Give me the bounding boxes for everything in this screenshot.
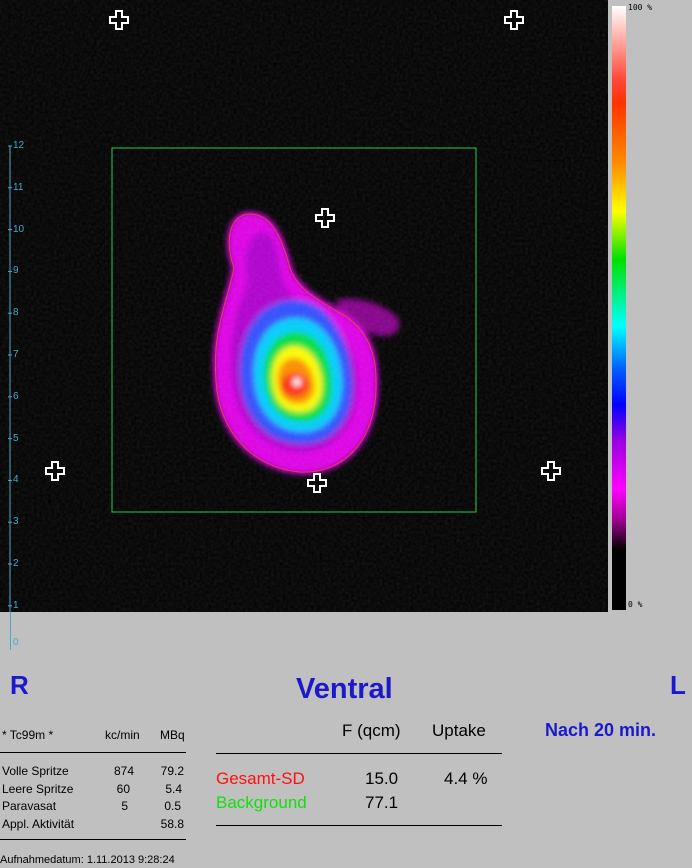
scale-label: 11	[13, 181, 24, 193]
column-header-mbq: MBq	[160, 728, 185, 742]
roi-area: 77.1	[365, 793, 399, 812]
marker-cross-icon[interactable]	[541, 461, 561, 481]
row-label: Leere Spritze	[2, 782, 74, 796]
roi-uptake: 4.4 %	[444, 769, 488, 788]
column-header-uptake: Uptake	[432, 721, 486, 740]
scale-label: 1	[13, 599, 19, 611]
column-header-area: F (qcm)	[342, 721, 401, 740]
color-scale-bar	[612, 6, 626, 610]
column-header-kcmin: kc/min	[105, 728, 140, 742]
orientation-right-label: R	[10, 670, 29, 700]
divider	[216, 753, 502, 754]
color-scale-min-label: 0 %	[628, 600, 643, 609]
marker-cross-icon[interactable]	[109, 10, 129, 30]
thyroid-uptake-image	[0, 0, 608, 612]
scale-axis-line	[10, 612, 11, 650]
marker-cross-icon[interactable]	[45, 461, 65, 481]
marker-cross-icon[interactable]	[504, 10, 524, 30]
row-kcmin: 874	[113, 764, 134, 778]
roi-area: 15.0	[365, 769, 399, 788]
scale-label: 2	[13, 558, 19, 569]
divider	[0, 752, 186, 753]
view-title: Ventral	[296, 673, 393, 705]
roi-label-total: Gesamt-SD	[216, 769, 305, 788]
row-label: Appl. Aktivität	[2, 817, 75, 831]
scale-label: 6	[13, 390, 19, 402]
divider	[0, 839, 186, 840]
scale-label: 0	[13, 637, 19, 648]
scale-label: 12	[13, 140, 25, 151]
scale-label: 4	[13, 474, 19, 486]
roi-label-background: Background	[216, 793, 307, 812]
color-scale-max-label: 100 %	[628, 3, 653, 12]
row-kcmin: 60	[116, 782, 130, 796]
row-mbq: 58.8	[160, 817, 184, 831]
acquisition-date: Aufnahmedatum: 1.11.2013 9:28:24	[0, 854, 175, 866]
marker-cross-icon[interactable]	[307, 473, 327, 493]
scale-label: 10	[13, 223, 25, 235]
row-label: Volle Spritze	[2, 764, 69, 778]
scale-label: 8	[13, 307, 19, 319]
scale-label: 3	[13, 516, 19, 528]
row-mbq: 5.4	[165, 782, 182, 796]
marker-cross-icon[interactable]	[315, 208, 335, 228]
scale-label: 9	[13, 265, 19, 277]
row-label: Paravasat	[2, 799, 57, 813]
divider	[216, 825, 502, 826]
row-mbq: 0.5	[164, 799, 181, 813]
orientation-left-label: L	[670, 670, 686, 700]
scale-label: 7	[13, 349, 19, 360]
isotope-label: * Tc99m *	[2, 728, 54, 742]
scale-label: 5	[13, 432, 19, 444]
row-mbq: 79.2	[160, 764, 184, 778]
row-kcmin: 5	[121, 799, 128, 813]
acquisition-time-note: Nach 20 min.	[545, 720, 657, 740]
scintigraphy-image: 12 11 10 9 8 7 6 5 4 3 2 1	[0, 0, 608, 612]
